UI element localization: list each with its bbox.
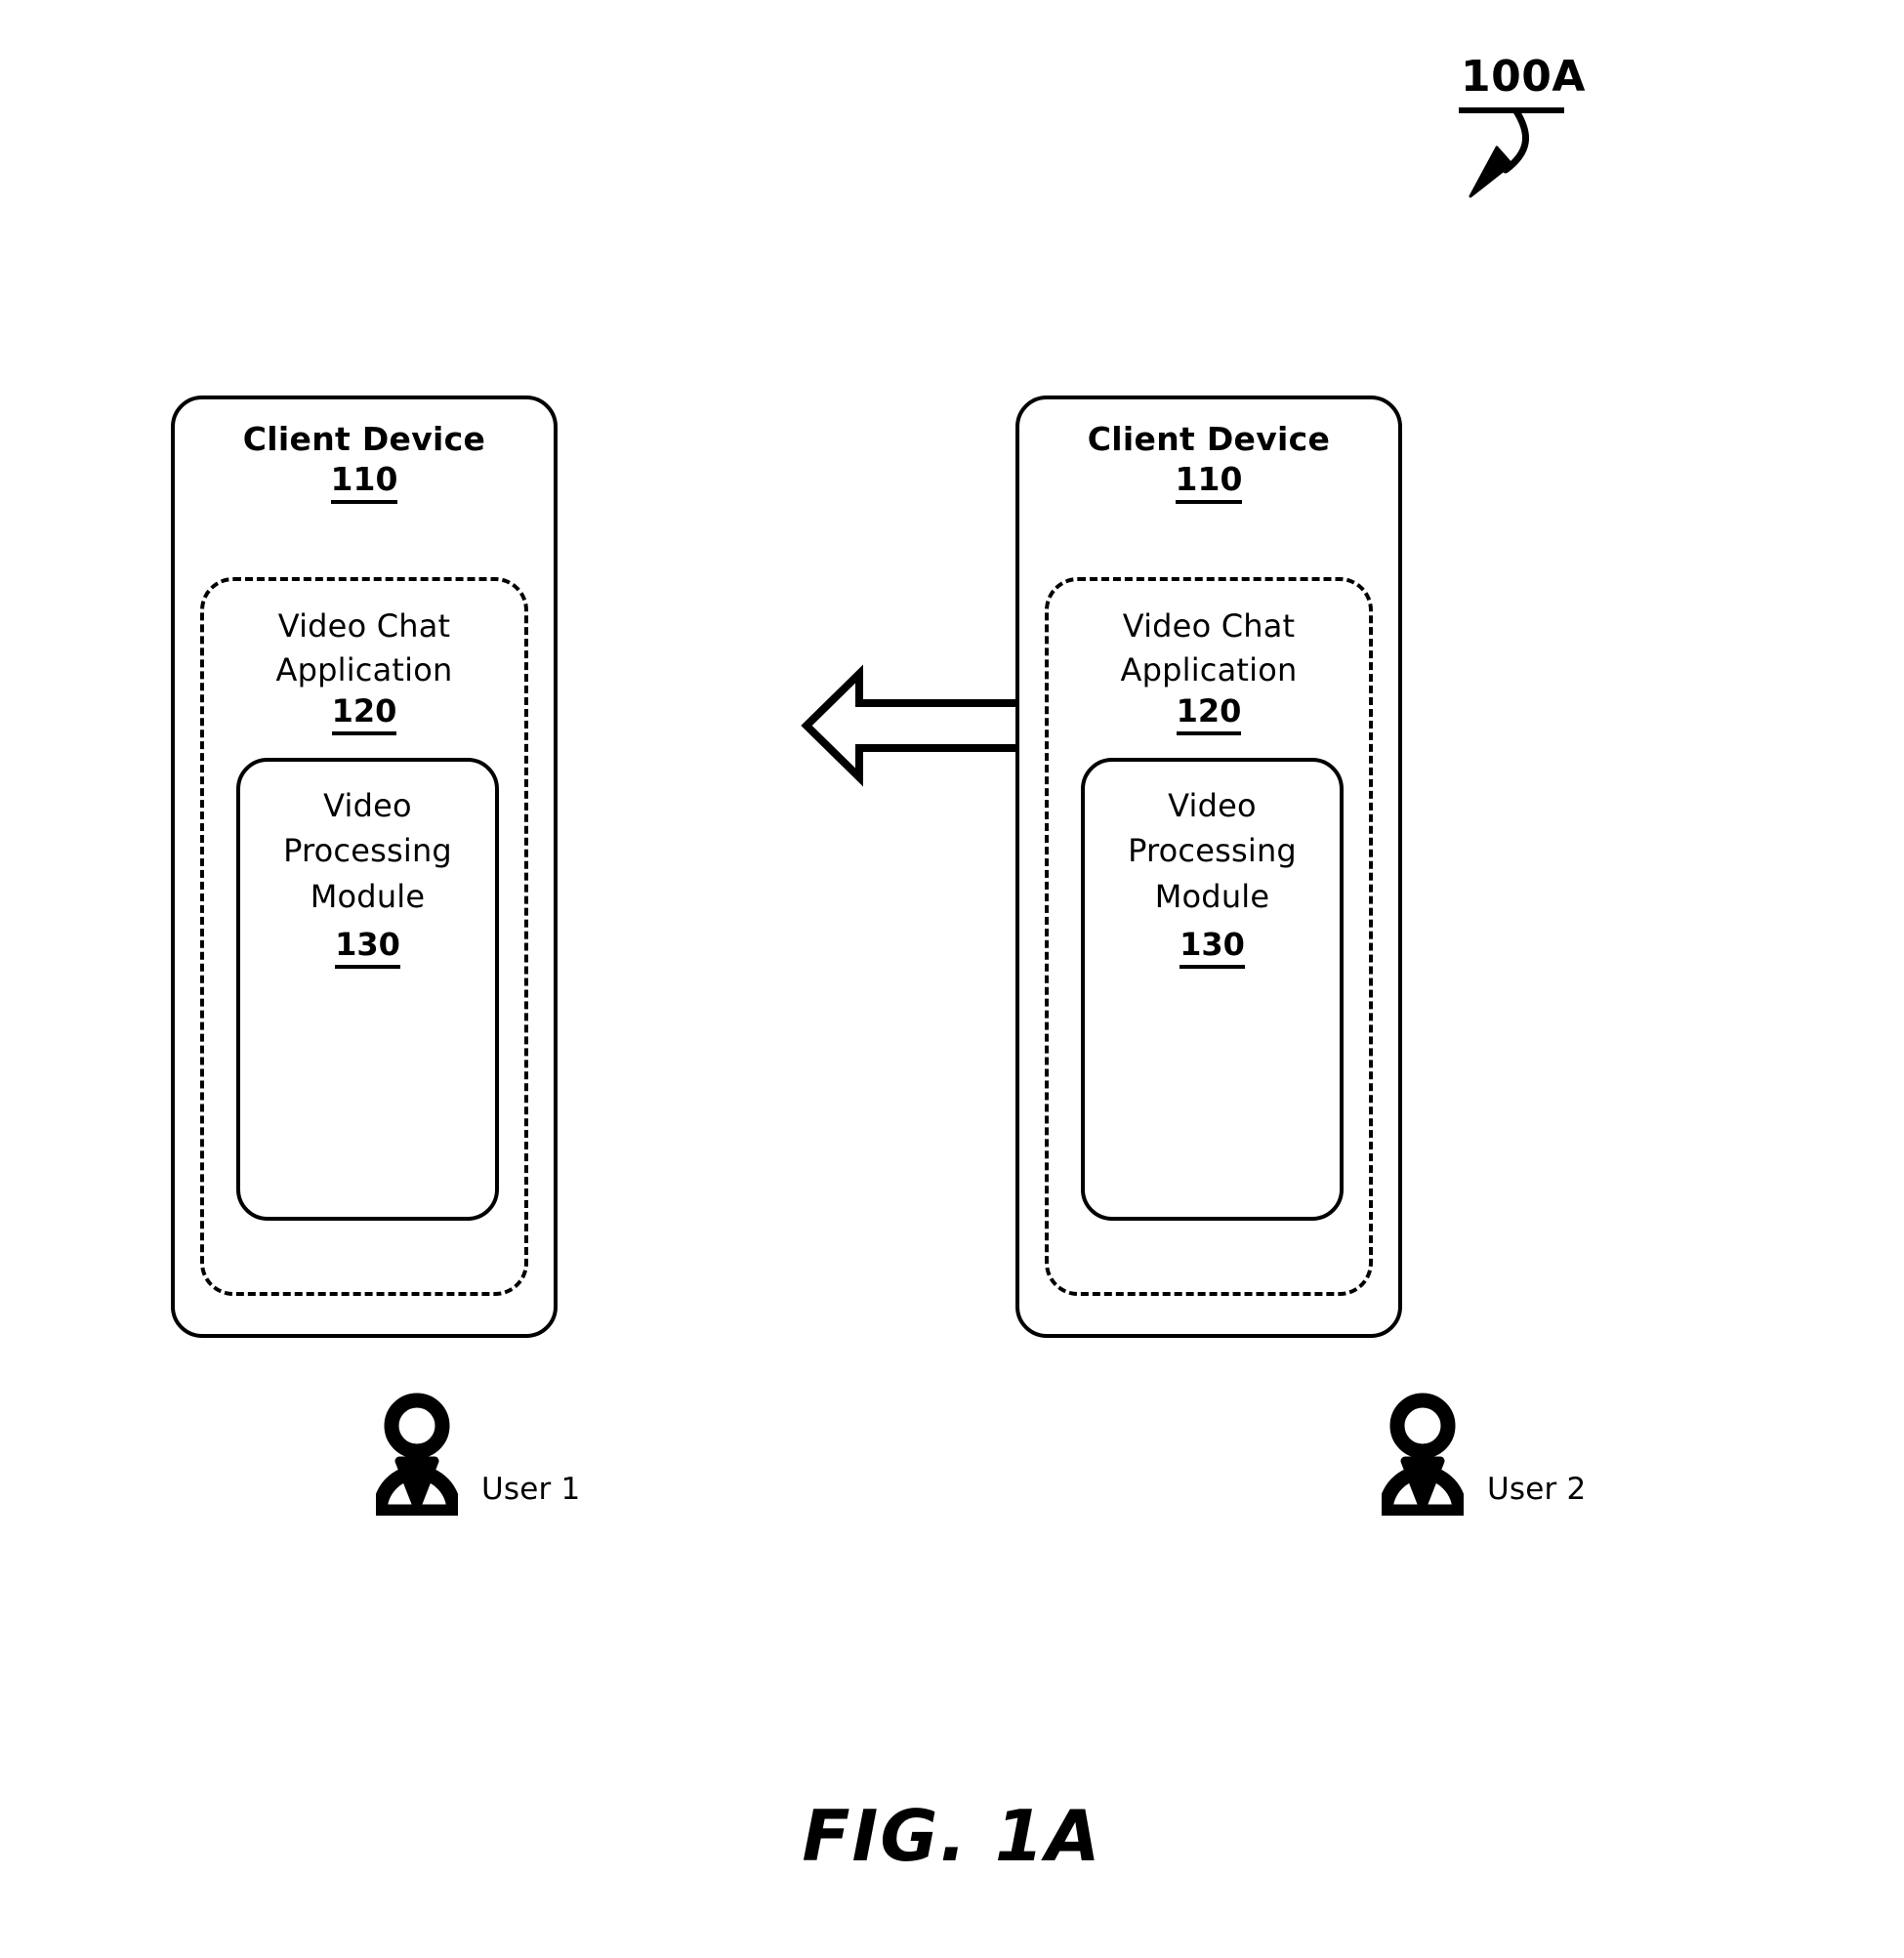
video-processing-module-right-ref-number: 130 — [1180, 926, 1245, 969]
video-chat-application-right-title-line1: Video Chat — [1122, 607, 1296, 645]
video-processing-module-left-title: Video Processing Module — [240, 783, 495, 919]
video-chat-application-left[interactable]: Video Chat Application 120 Video Process… — [200, 577, 528, 1296]
client-device-left-ref: 110 — [175, 460, 554, 504]
figure-caption: FIG. 1A — [802, 1795, 1102, 1877]
video-processing-module-right-title-line1: Video — [1168, 787, 1257, 824]
figure-canvas: 100A Client Device 110 Video Chat Applic… — [0, 0, 1904, 1958]
video-chat-application-left-ref: 120 — [204, 692, 524, 735]
video-chat-application-right-ref: 120 — [1049, 692, 1369, 735]
user-left-label: User 1 — [481, 1472, 581, 1507]
video-processing-module-right-title: Video Processing Module — [1085, 783, 1340, 919]
client-device-left[interactable]: Client Device 110 Video Chat Application… — [171, 396, 558, 1338]
video-chat-application-left-title: Video Chat Application — [204, 604, 524, 693]
client-device-right-ref-number: 110 — [1175, 460, 1243, 504]
video-processing-module-right-ref: 130 — [1085, 926, 1340, 969]
video-chat-application-left-title-line1: Video Chat — [277, 607, 451, 645]
user-right-label: User 2 — [1487, 1472, 1587, 1507]
figure-reference-curved-arrow-icon — [1469, 107, 1529, 198]
video-chat-application-right-title-line2: Application — [1120, 651, 1298, 689]
client-device-left-ref-number: 110 — [330, 460, 398, 504]
video-processing-module-right-title-line3: Module — [1154, 877, 1270, 915]
video-chat-application-left-ref-number: 120 — [331, 692, 397, 735]
video-processing-module-left-title-line1: Video — [323, 787, 412, 824]
client-device-right-title: Client Device — [1087, 420, 1331, 458]
video-processing-module-left-ref: 130 — [240, 926, 495, 969]
client-device-left-title: Client Device — [242, 420, 486, 458]
video-chat-application-left-title-line2: Application — [275, 651, 453, 689]
video-chat-application-right[interactable]: Video Chat Application 120 Video Process… — [1045, 577, 1373, 1296]
video-chat-application-right-title: Video Chat Application — [1049, 604, 1369, 693]
video-processing-module-left-ref-number: 130 — [335, 926, 400, 969]
video-processing-module-right-title-line2: Processing — [1128, 832, 1297, 870]
client-device-right[interactable]: Client Device 110 Video Chat Application… — [1015, 396, 1402, 1338]
video-processing-module-left-title-line3: Module — [310, 877, 426, 915]
user-person-icon — [1382, 1393, 1464, 1516]
figure-reference-label: 100A — [1461, 52, 1586, 102]
video-processing-module-left[interactable]: Video Processing Module 130 — [236, 758, 499, 1221]
user-person-icon — [376, 1393, 458, 1516]
video-processing-module-right[interactable]: Video Processing Module 130 — [1081, 758, 1344, 1221]
video-chat-application-right-ref-number: 120 — [1176, 692, 1242, 735]
video-processing-module-left-title-line2: Processing — [283, 832, 452, 870]
client-device-right-ref: 110 — [1019, 460, 1398, 504]
